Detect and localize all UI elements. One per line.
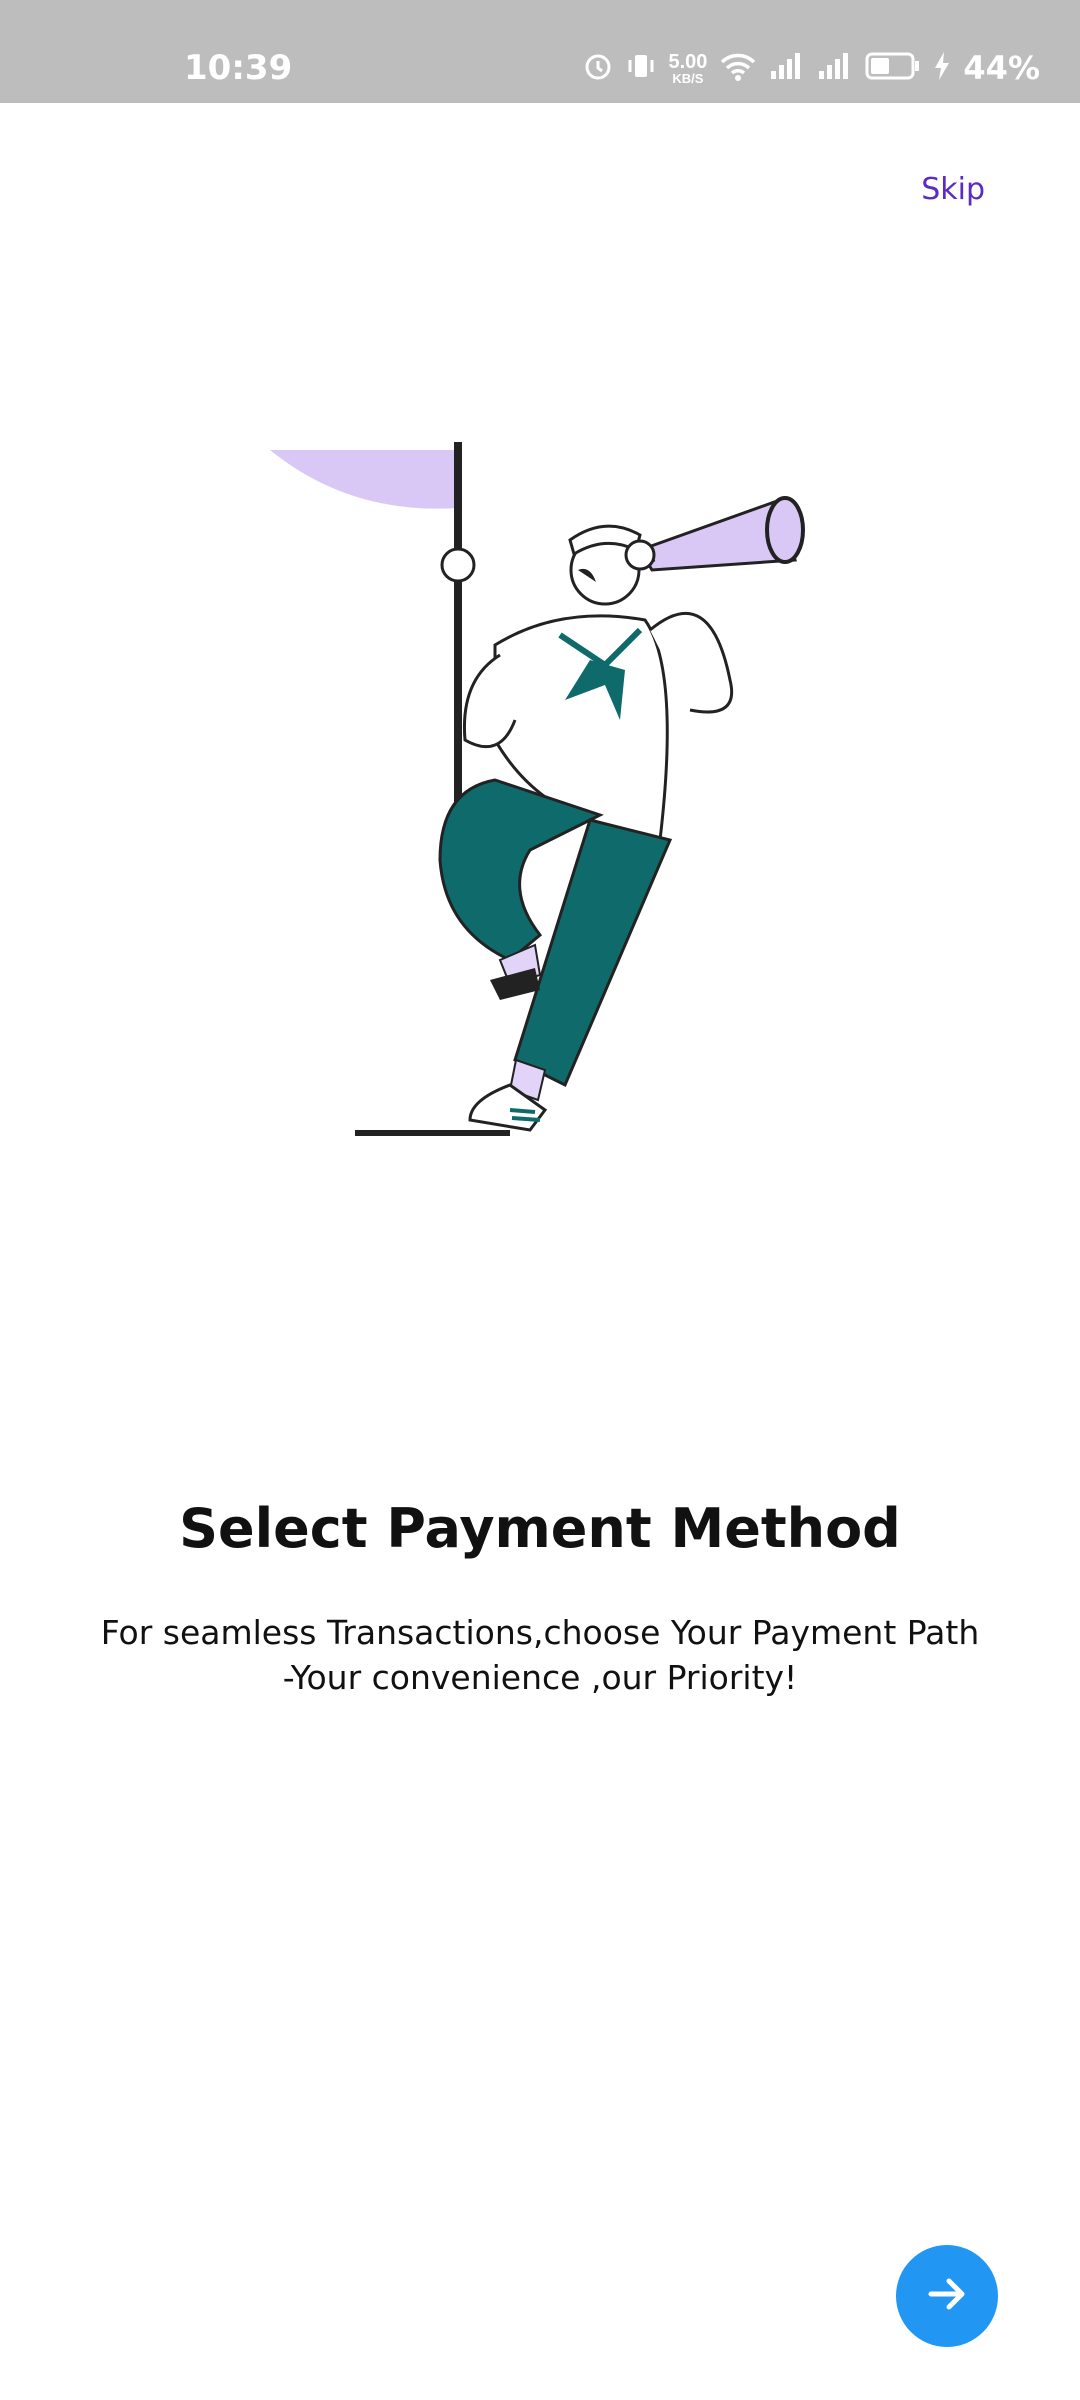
arrow-right-icon — [923, 2270, 971, 2323]
network-speed: 5.00 KB/S — [668, 52, 707, 85]
sailor-illustration — [260, 420, 840, 1160]
battery-percent: 44% — [963, 49, 1040, 87]
onboarding-title: Select Payment Method — [179, 1497, 901, 1560]
alarm-icon — [582, 50, 614, 87]
subtitle-line-2: -Your convenience ,our Priority! — [282, 1658, 798, 1697]
signal-icon — [817, 51, 853, 86]
status-icons: 5.00 KB/S 44% — [582, 46, 1040, 90]
network-speed-value: 5.00 — [668, 50, 708, 73]
wifi-icon — [719, 50, 757, 87]
status-bar: 10:39 5.00 KB/S 44% — [0, 0, 1080, 103]
status-time: 10:39 — [184, 48, 293, 88]
battery-icon — [865, 52, 921, 85]
network-speed-unit: KB/S — [672, 70, 704, 86]
next-button[interactable] — [896, 2245, 998, 2347]
skip-button[interactable]: Skip — [921, 172, 985, 207]
charging-icon — [933, 51, 951, 86]
onboarding-subtitle: For seamless Transactions,choose Your Pa… — [60, 1610, 1020, 1700]
subtitle-line-1: For seamless Transactions,choose Your Pa… — [100, 1613, 980, 1652]
vibrate-icon — [626, 50, 656, 87]
signal-icon — [769, 51, 805, 86]
